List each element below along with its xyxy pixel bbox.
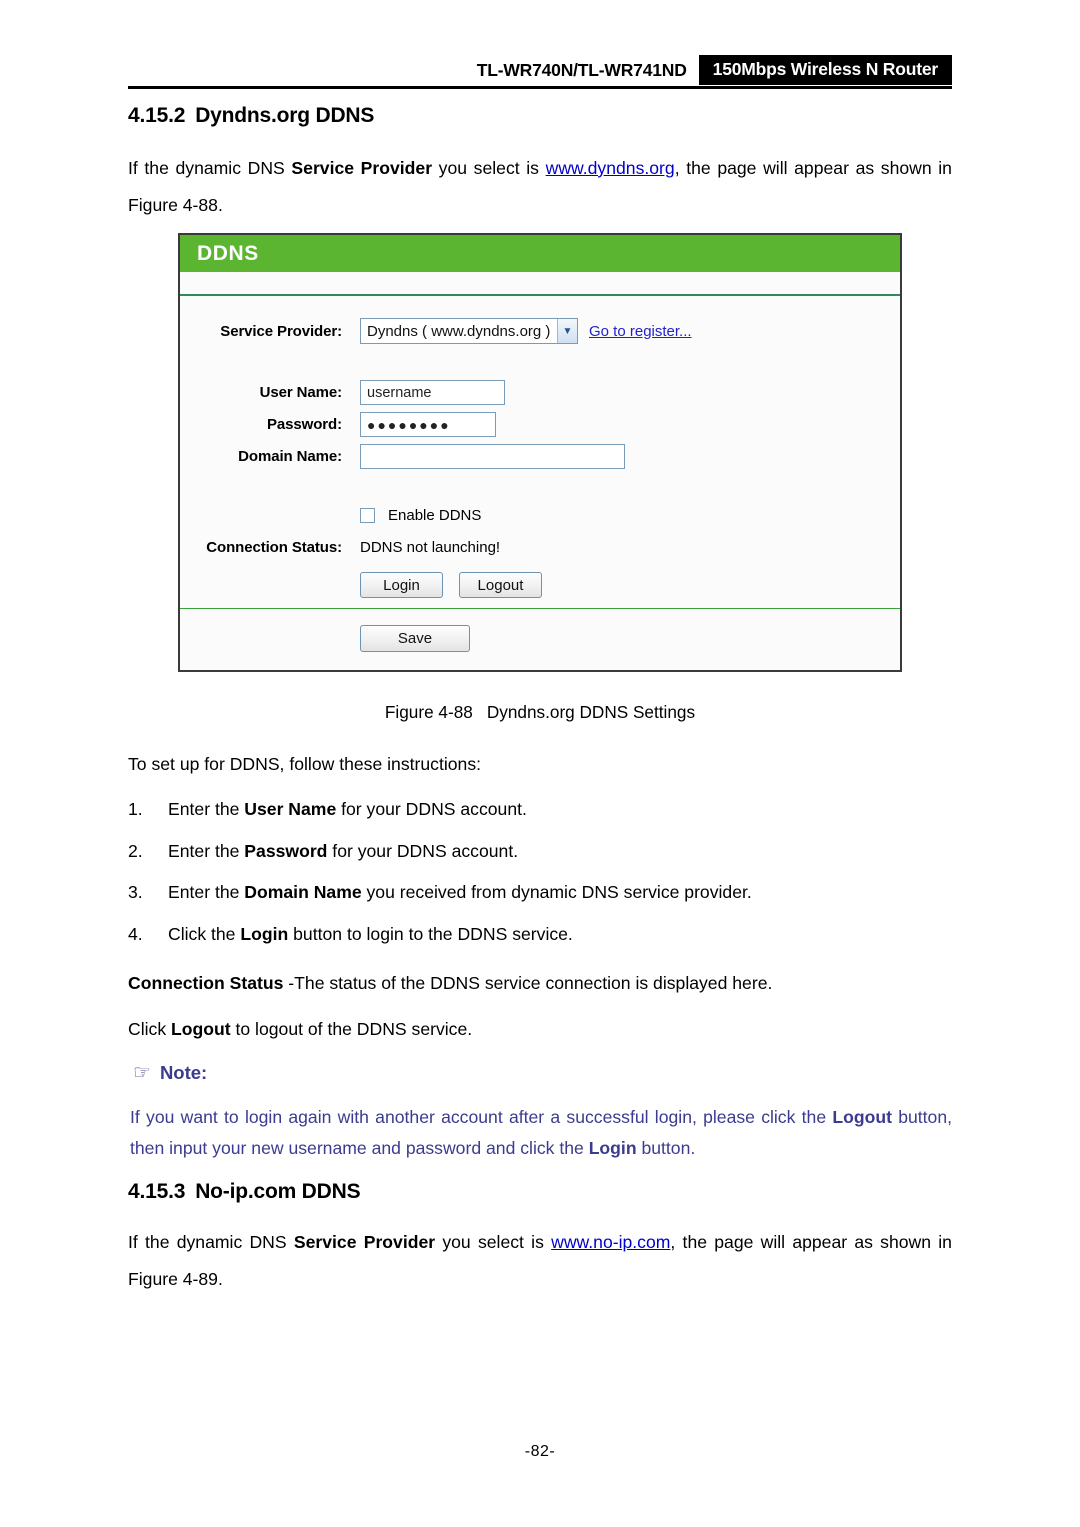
user-name-label: User Name: [259, 384, 342, 401]
instruction-item-1: 1. Enter the User Name for your DDNS acco… [128, 794, 952, 824]
header-product-banner: 150Mbps Wireless N Router [698, 54, 952, 86]
instruction-item-4: 4. Click the Login button to login to the… [128, 919, 952, 949]
user-name-row: User Name: username [180, 380, 505, 405]
instruction-bold: User Name [244, 799, 337, 819]
note-pre: If you want to login again with another … [130, 1107, 833, 1127]
ddns-settings-screenshot: DDNS Service Provider: Dyndns ( www.dynd… [178, 233, 902, 672]
section-number: 4.15.3 [128, 1180, 186, 1203]
service-provider-label: Service Provider: [220, 322, 342, 340]
connection-status-value: DDNS not launching! [360, 539, 501, 556]
password-input[interactable]: ●●●●●●●● [360, 412, 496, 437]
enable-ddns-label: Enable DDNS [388, 507, 482, 524]
no-ip-link[interactable]: www.no-ip.com [551, 1232, 670, 1252]
service-provider-selected-value: Dyndns ( www.dyndns.org ) [367, 322, 551, 340]
connection-status-rest: -The status of the DDNS service connecti… [283, 973, 773, 993]
domain-name-label: Domain Name: [238, 448, 342, 465]
connection-status-row: Connection Status: DDNS not launching! [180, 539, 500, 556]
logout-pre: Click [128, 1019, 172, 1039]
note-post: button. [636, 1138, 696, 1158]
instruction-pre: Enter the [168, 841, 245, 861]
dyndns-link[interactable]: www.dyndns.org [546, 158, 675, 178]
ddns-panel-subbar [180, 272, 900, 296]
note-title: Note: [159, 1062, 208, 1083]
instruction-post: button to login to the DDNS service. [288, 924, 573, 944]
instruction-bold: Login [240, 924, 289, 944]
document-page: TL-WR740N/TL-WR741ND 150Mbps Wireless N … [0, 0, 1080, 1527]
password-label: Password: [267, 416, 342, 433]
instruction-post: for your DDNS account. [327, 841, 519, 861]
user-name-input[interactable]: username [360, 380, 505, 405]
instruction-marker: 4. [128, 924, 143, 944]
note-body: If you want to login again with another … [130, 1102, 952, 1164]
header-model-text: TL-WR740N/TL-WR741ND [476, 59, 687, 80]
intro-mid: you select is [435, 1232, 552, 1252]
intro-text: If the dynamic DNS [128, 1232, 294, 1252]
logout-button[interactable]: Logout [459, 572, 542, 598]
ddns-panel-titlebar: DDNS [180, 235, 900, 272]
ddns-panel-title: DDNS [197, 241, 259, 265]
connection-status-paragraph: Connection Status -The status of the DDN… [128, 965, 952, 1002]
enable-ddns-row: Enable DDNS [180, 507, 481, 524]
instruction-marker: 1. [128, 799, 143, 819]
save-button[interactable]: Save [360, 625, 470, 652]
note-bold-login: Login [588, 1138, 637, 1158]
login-logout-row: Login Logout [180, 572, 542, 598]
ddns-panel-footer: Save [180, 608, 900, 669]
instruction-pre: Enter the [168, 882, 245, 902]
password-row: Password: ●●●●●●●● [180, 412, 496, 437]
section-title: Dyndns.org DDNS [195, 104, 375, 127]
section-heading-4-15-2: 4.15.2 Dyndns.org DDNS [128, 104, 374, 128]
intro-text: If the dynamic DNS [128, 158, 292, 178]
enable-ddns-checkbox[interactable] [360, 508, 375, 523]
figure-caption-text: Dyndns.org DDNS Settings [486, 702, 696, 722]
running-header: TL-WR740N/TL-WR741ND 150Mbps Wireless N … [128, 52, 952, 88]
note-bold-logout: Logout [832, 1107, 892, 1127]
note-heading: ☞ Note: [133, 1060, 207, 1085]
go-to-register-link[interactable]: Go to register... [589, 323, 692, 340]
instruction-post: for your DDNS account. [336, 799, 527, 819]
section-number: 4.15.2 [128, 104, 186, 127]
intro-bold: Service Provider [291, 158, 433, 178]
figure-caption: Figure 4-88 Dyndns.org DDNS Settings [128, 702, 952, 723]
hand-pointing-right-icon: ☞ [133, 1062, 151, 1084]
instruction-bold: Password [244, 841, 328, 861]
instruction-item-2: 2. Enter the Password for your DDNS accou… [128, 836, 952, 866]
connection-status-bold: Connection Status [128, 973, 284, 993]
instruction-bold: Domain Name [244, 882, 362, 902]
save-row: Save [180, 625, 470, 652]
logout-bold: Logout [171, 1019, 231, 1039]
connection-status-label: Connection Status: [206, 539, 342, 556]
logout-paragraph: Click Logout to logout of the DDNS servi… [128, 1011, 952, 1048]
logout-post: to logout of the DDNS service. [230, 1019, 473, 1039]
intro-paragraph-4-15-3: If the dynamic DNS Service Provider you … [128, 1224, 952, 1298]
instruction-item-3: 3. Enter the Domain Name you received fro… [128, 877, 952, 907]
login-button[interactable]: Login [360, 572, 443, 598]
instruction-marker: 3. [128, 882, 143, 902]
service-provider-select[interactable]: Dyndns ( www.dyndns.org ) ▼ [360, 318, 578, 344]
instruction-post: you received from dynamic DNS service pr… [361, 882, 752, 902]
intro-mid: you select is [432, 158, 546, 178]
intro-bold: Service Provider [293, 1232, 436, 1252]
intro-paragraph-4-15-2: If the dynamic DNS Service Provider you … [128, 150, 952, 224]
domain-name-input[interactable] [360, 444, 625, 469]
figure-caption-label: Figure 4-88 [384, 702, 473, 722]
instruction-pre: Click the [168, 924, 241, 944]
section-title: No-ip.com DDNS [195, 1180, 361, 1203]
section-heading-4-15-3: 4.15.3 No-ip.com DDNS [128, 1180, 361, 1204]
page-number: -82- [524, 1443, 556, 1460]
ddns-form-body: Service Provider: Dyndns ( www.dyndns.or… [180, 296, 900, 608]
domain-name-row: Domain Name: [180, 444, 625, 469]
header-rule [128, 86, 952, 89]
instruction-pre: Enter the [168, 799, 245, 819]
instruction-marker: 2. [128, 841, 143, 861]
service-provider-row: Service Provider: Dyndns ( www.dyndns.or… [180, 318, 692, 344]
instructions-lead: To set up for DDNS, follow these instruc… [128, 754, 481, 774]
chevron-down-icon[interactable]: ▼ [557, 319, 577, 343]
